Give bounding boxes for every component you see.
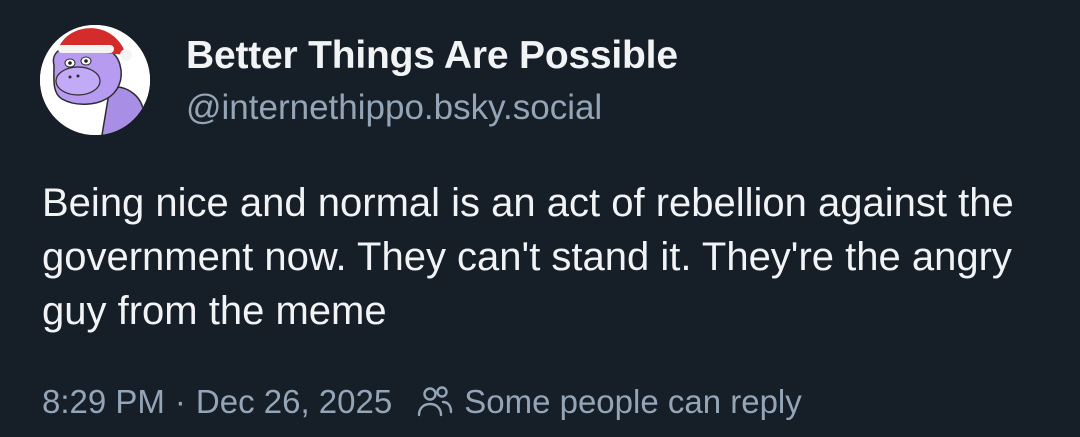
people-icon — [416, 383, 454, 421]
author-display-name[interactable]: Better Things Are Possible — [186, 34, 678, 78]
post-meta: 8:29 PM · Dec 26, 2025 Some people can r… — [42, 380, 802, 424]
reply-setting-label[interactable]: Some people can reply — [464, 383, 802, 421]
post-text: Being nice and normal is an act of rebel… — [42, 181, 1014, 333]
avatar[interactable] — [40, 25, 150, 135]
post-date[interactable]: Dec 26, 2025 — [196, 383, 392, 421]
author-handle[interactable]: @internethippo.bsky.social — [186, 88, 602, 128]
hippo-avatar-icon — [40, 25, 150, 135]
post-time[interactable]: 8:29 PM — [42, 383, 165, 421]
post-card: Better Things Are Possible @internethipp… — [0, 0, 1080, 437]
meta-separator: · — [174, 383, 186, 420]
